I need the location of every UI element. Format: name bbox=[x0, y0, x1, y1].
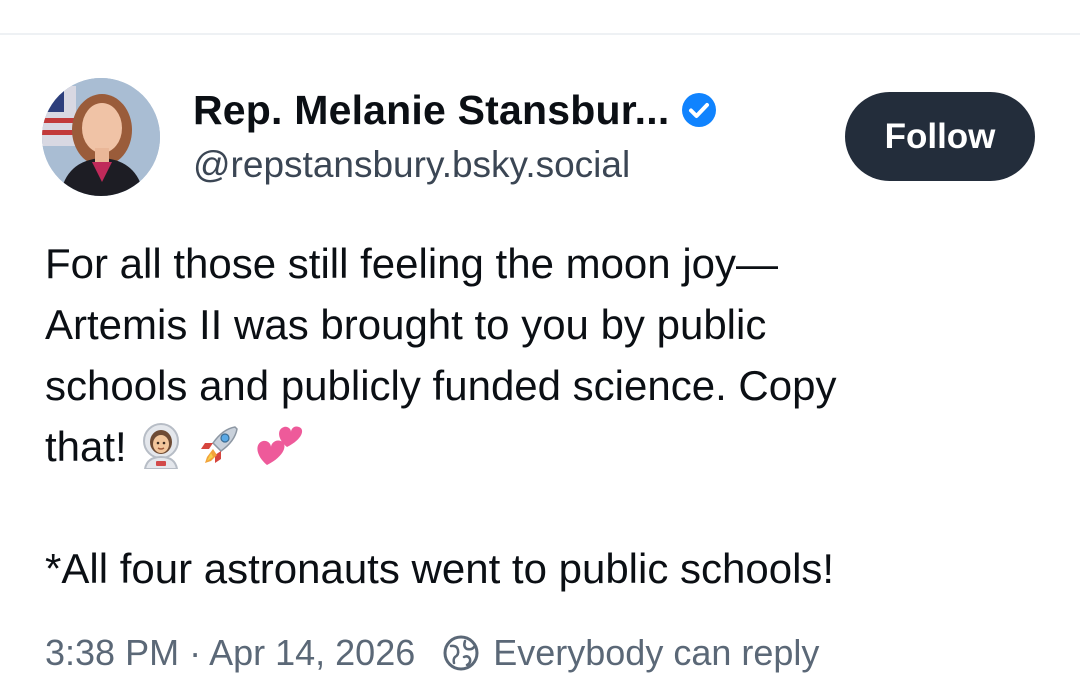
verified-badge-icon bbox=[681, 92, 717, 128]
post-footer: 3:38 PM · Apr 14, 2026 Everybody can rep… bbox=[45, 632, 819, 674]
reply-setting[interactable]: Everybody can reply bbox=[493, 632, 819, 674]
post-line: For all those still feeling the moon joy… bbox=[45, 240, 779, 287]
post-line: Artemis II was brought to you by public bbox=[45, 301, 767, 348]
display-name[interactable]: Rep. Melanie Stansbur... bbox=[193, 87, 669, 134]
author-handle[interactable]: @repstansbury.bsky.social bbox=[193, 144, 630, 186]
avatar-photo bbox=[42, 78, 160, 196]
globe-icon bbox=[441, 633, 481, 673]
author-name-row[interactable]: Rep. Melanie Stansbur... bbox=[193, 84, 717, 136]
post-line-with-emojis: that! bbox=[45, 416, 1045, 477]
two-hearts-emoji bbox=[253, 417, 309, 485]
follow-button[interactable]: Follow bbox=[845, 92, 1035, 181]
post-timestamp[interactable]: 3:38 PM · Apr 14, 2026 bbox=[45, 632, 415, 674]
avatar[interactable] bbox=[42, 78, 160, 196]
top-divider bbox=[0, 33, 1080, 35]
post-line: *All four astronauts went to public scho… bbox=[45, 545, 835, 592]
astronaut-emoji bbox=[137, 421, 185, 485]
post-line: that! bbox=[45, 423, 127, 470]
post-body: For all those still feeling the moon joy… bbox=[45, 233, 1045, 599]
post-line: schools and publicly funded science. Cop… bbox=[45, 362, 837, 409]
rocket-emoji bbox=[195, 421, 243, 485]
